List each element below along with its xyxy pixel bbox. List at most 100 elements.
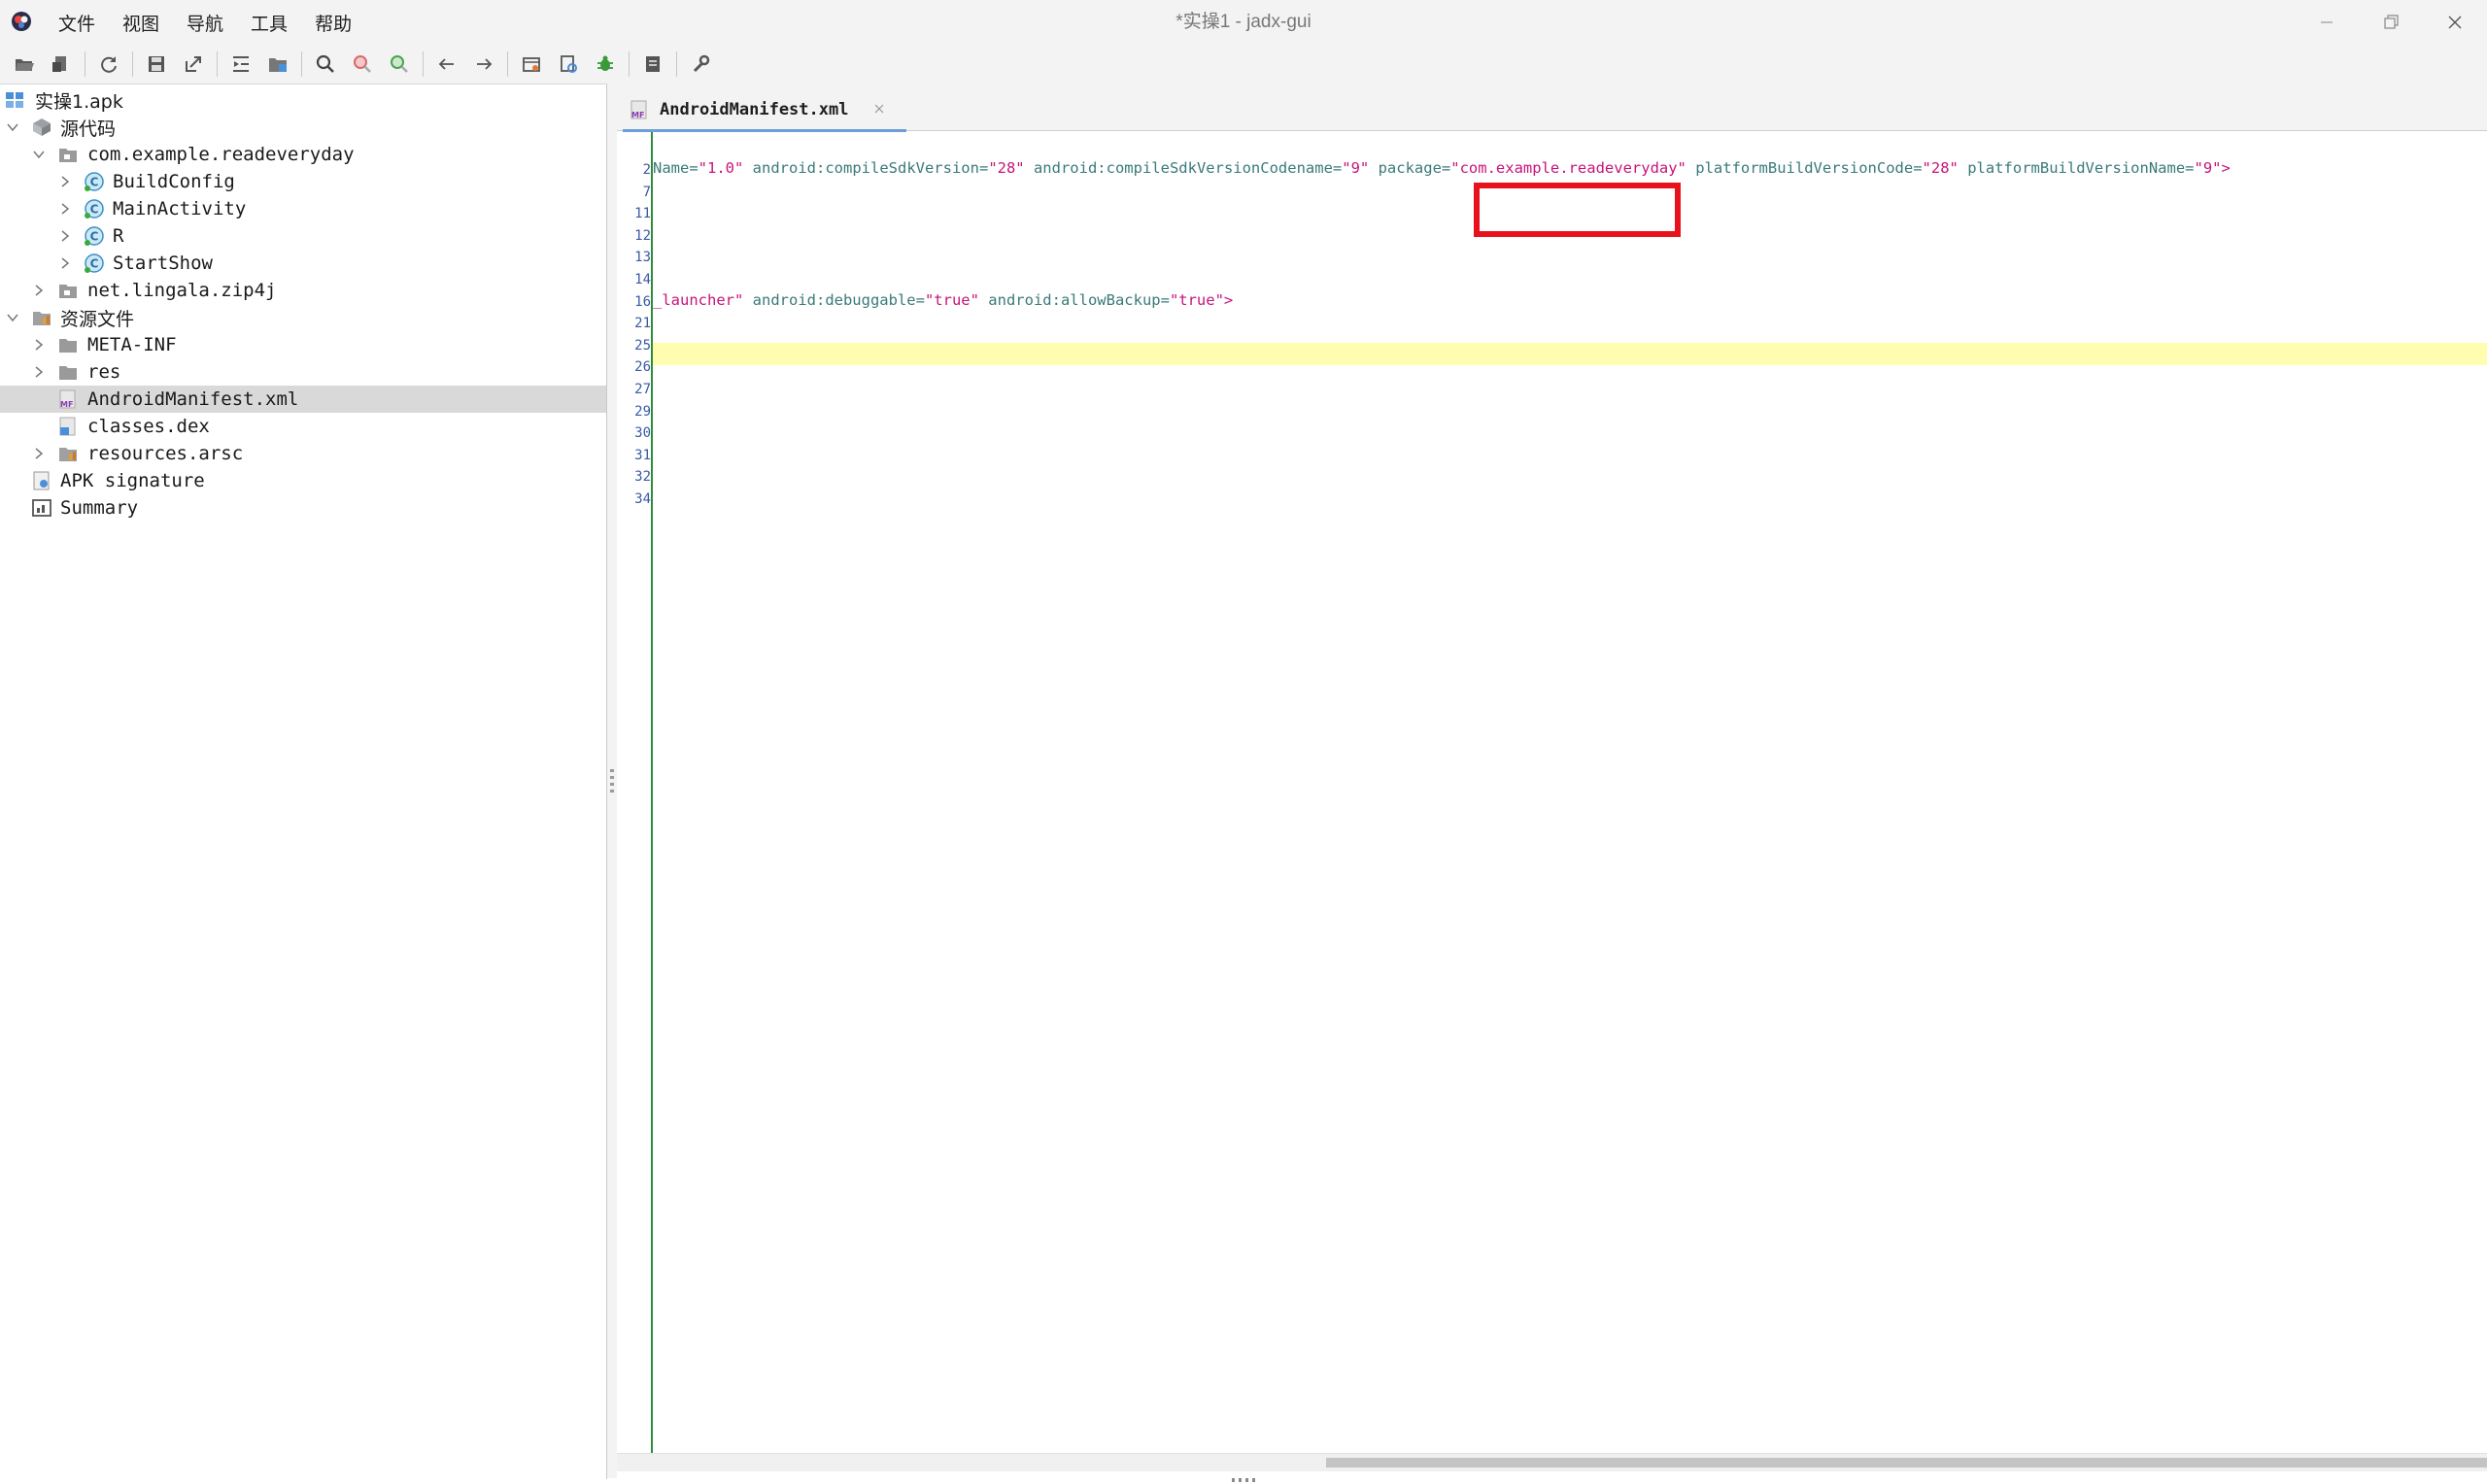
export-button[interactable] (175, 48, 212, 81)
tree-item-resources-arsc[interactable]: resources.arsc (0, 440, 606, 467)
dex-file-icon (59, 417, 76, 436)
scrollbar-thumb[interactable] (1326, 1458, 2487, 1467)
chevron-down-icon[interactable] (6, 120, 19, 134)
tree-item-class[interactable]: C MainActivity (0, 195, 606, 222)
tree-label: 源代码 (60, 118, 117, 140)
source-package-icon (33, 118, 51, 136)
line-number: 31 (634, 448, 651, 463)
tab-android-manifest[interactable]: MF AndroidManifest.xml (623, 89, 906, 132)
svg-text:MF: MF (60, 400, 73, 409)
class-icon: C (85, 253, 104, 273)
class-icon: C (85, 226, 104, 246)
chevron-down-icon[interactable] (32, 148, 46, 161)
class-search-button[interactable] (344, 48, 381, 81)
sync-editor-button[interactable] (222, 48, 259, 81)
minimize-button[interactable] (2295, 0, 2359, 45)
tree-item-apk-signature[interactable]: APK signature (0, 467, 606, 494)
close-icon (2448, 16, 2462, 29)
line-number: 12 (634, 228, 651, 244)
folder-icon (59, 339, 77, 353)
xml-attribute: android:allowBackup= (978, 291, 1170, 309)
tree-label: 资源文件 (60, 308, 135, 330)
debugger-button[interactable] (587, 48, 624, 81)
line-number: 7 (642, 185, 651, 200)
preferences-button[interactable] (682, 48, 719, 81)
svg-text:C: C (90, 176, 99, 189)
chevron-right-icon[interactable] (58, 256, 72, 270)
forward-button[interactable] (465, 48, 502, 81)
restore-button[interactable] (2359, 0, 2423, 45)
text-search-button[interactable] (307, 48, 344, 81)
tree-item-res[interactable]: res (0, 358, 606, 386)
window-controls (2295, 0, 2487, 45)
tree-item-summary[interactable]: Summary (0, 494, 606, 522)
tree-label: resources.arsc (87, 443, 244, 464)
wrench-icon (693, 54, 710, 73)
tree-label: BuildConfig (113, 171, 235, 192)
export-icon (186, 56, 201, 72)
tree-item-apk[interactable]: 实操1.apk (0, 86, 606, 114)
title-bar: 文件 视图 导航 工具 帮助 *实操1 - jadx-gui (0, 0, 2487, 45)
usage-search-icon (391, 55, 408, 73)
line-number: 16 (634, 294, 651, 310)
xml-attribute: platformBuildVersionCode= (1686, 159, 1923, 177)
chevron-right-icon[interactable] (32, 447, 46, 460)
horizontal-scrollbar[interactable] (617, 1453, 2487, 1471)
bottom-splitter-grip[interactable] (1232, 1478, 1255, 1482)
tree-item-resources[interactable]: 资源文件 (0, 304, 606, 331)
add-files-button[interactable] (43, 48, 80, 81)
tree-item-manifest[interactable]: MF AndroidManifest.xml (0, 386, 606, 413)
chevron-right-icon[interactable] (32, 365, 46, 379)
chevron-right-icon[interactable] (32, 338, 46, 352)
xml-value: "28" (988, 159, 1025, 177)
chevron-right-icon[interactable] (58, 202, 72, 216)
xml-attribute: android:compileSdkVersion= (743, 159, 989, 177)
chevron-right-icon[interactable] (58, 175, 72, 188)
tree-label: AndroidManifest.xml (87, 388, 299, 410)
log-viewer-button[interactable] (634, 48, 671, 81)
tree-label: com.example.readeveryday (87, 144, 355, 165)
splitter-grip[interactable] (610, 769, 614, 793)
editor-panel: MF AndroidManifest.xml 2 7 11 12 13 14 1… (617, 84, 2487, 1478)
usage-search-button[interactable] (381, 48, 418, 81)
chevron-right-icon[interactable] (32, 284, 46, 297)
code-editor[interactable]: 2 7 11 12 13 14 16 21 25 26 27 29 30 31 … (617, 132, 2487, 1453)
sync-tree-icon (233, 56, 249, 72)
reload-button[interactable] (90, 48, 127, 81)
xml-attribute: package= (1369, 159, 1451, 177)
tab-label: AndroidManifest.xml (660, 100, 849, 119)
quark-analysis-button[interactable] (550, 48, 587, 81)
tree-item-classes-dex[interactable]: classes.dex (0, 413, 606, 440)
add-file-icon (52, 56, 66, 72)
close-tab-icon[interactable] (871, 101, 887, 117)
code-line-16: _launcher" android:debuggable="true" and… (653, 291, 1233, 309)
panel-splitter[interactable] (607, 84, 617, 1478)
tree-item-class[interactable]: C BuildConfig (0, 168, 606, 195)
toolbar-separator (629, 51, 630, 77)
project-tree: 实操1.apk 源代码 com.example.readeveryday C B… (0, 84, 607, 1479)
line-number: 27 (634, 382, 651, 397)
deobfuscation-button[interactable] (513, 48, 550, 81)
code-line-2: Name="1.0" android:compileSdkVersion="28… (653, 159, 2231, 177)
line-number: 11 (634, 206, 651, 221)
tree-label: res (87, 361, 121, 383)
tree-label: classes.dex (87, 416, 210, 437)
line-number: 32 (634, 469, 651, 485)
chevron-right-icon[interactable] (58, 229, 72, 243)
tree-item-class[interactable]: C R (0, 222, 606, 250)
tree-item-source-code[interactable]: 源代码 (0, 114, 606, 141)
open-file-button[interactable] (6, 48, 43, 81)
tree-item-package[interactable]: net.lingala.zip4j (0, 277, 606, 304)
chevron-down-icon[interactable] (6, 311, 19, 324)
save-all-button[interactable] (138, 48, 175, 81)
tree-item-class[interactable]: C StartShow (0, 250, 606, 277)
tree-item-package[interactable]: com.example.readeveryday (0, 141, 606, 168)
flatten-packages-button[interactable] (259, 48, 296, 81)
tree-label: APK signature (60, 470, 205, 491)
tree-item-meta-inf[interactable]: META-INF (0, 331, 606, 358)
close-button[interactable] (2423, 0, 2487, 45)
xml-value: "true"> (1169, 291, 1234, 309)
apk-icon (6, 92, 23, 108)
back-button[interactable] (428, 48, 465, 81)
resources-folder-icon (33, 312, 51, 325)
